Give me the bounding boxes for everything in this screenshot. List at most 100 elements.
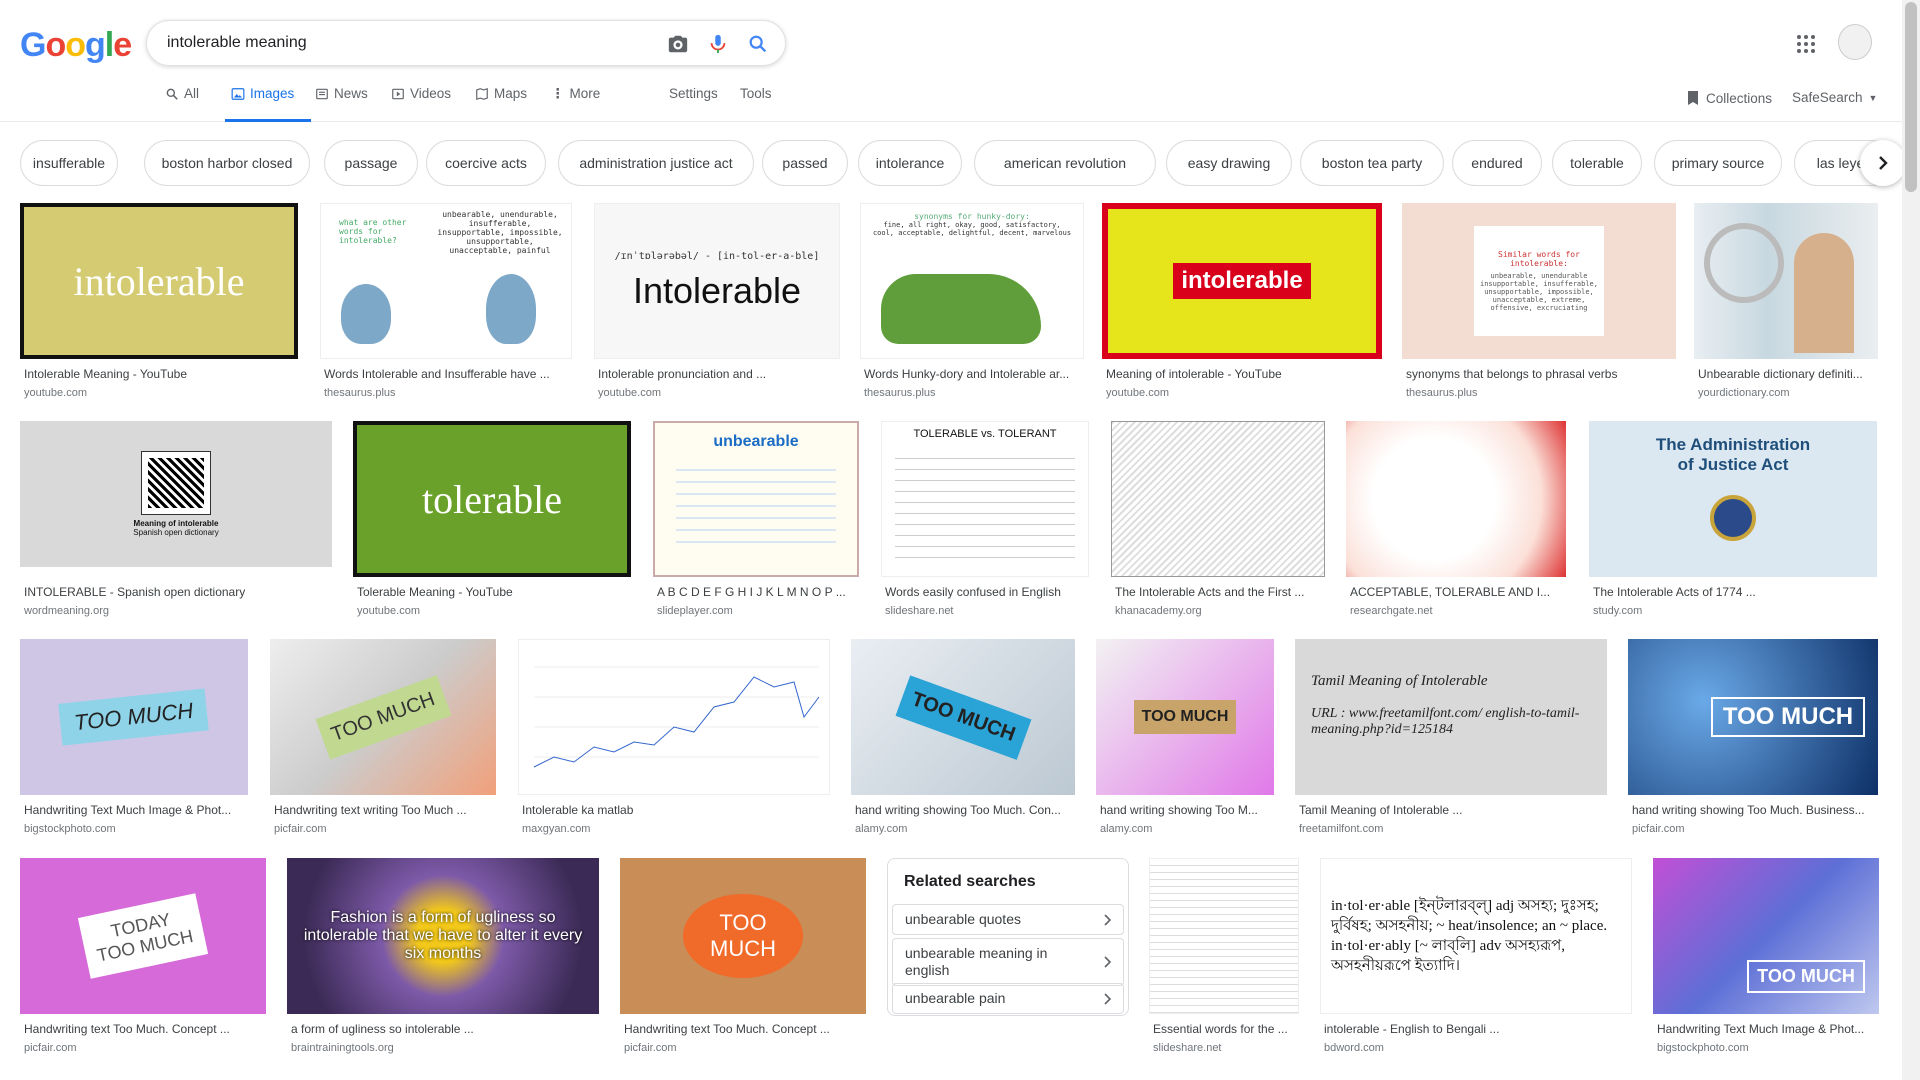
image-result[interactable]: Meaning of intolerable Spanish open dict… (20, 421, 334, 621)
chip[interactable]: insufferable (20, 140, 118, 186)
result-source[interactable]: study.com (1593, 605, 1642, 617)
tab-tools[interactable]: Tools (740, 86, 772, 122)
result-source[interactable]: youtube.com (357, 605, 420, 617)
result-thumbnail[interactable]: intolerable (1102, 203, 1382, 359)
result-source[interactable]: bigstockphoto.com (1657, 1042, 1749, 1054)
result-thumbnail[interactable]: The Administration of Justice Act (1589, 421, 1877, 577)
result-title[interactable]: Words Intolerable and Insufferable have … (324, 367, 574, 381)
result-title[interactable]: Handwriting text writing Too Much ... (274, 803, 498, 817)
result-source[interactable]: slideplayer.com (657, 605, 733, 617)
result-thumbnail[interactable]: TOO MUCH (1096, 639, 1274, 795)
result-title[interactable]: Meaning of intolerable - YouTube (1106, 367, 1384, 381)
image-result[interactable]: Fashion is a form of ugliness so intoler… (287, 858, 601, 1058)
result-thumbnail[interactable]: what are other words for intolerable? un… (320, 203, 572, 359)
result-title[interactable]: intolerable - English to Bengali ... (1324, 1022, 1634, 1036)
image-result[interactable]: unbearable A B C D E F G H I J K L M N O… (653, 421, 861, 621)
chip[interactable]: passed (762, 140, 848, 186)
tab-maps[interactable]: Maps (475, 86, 527, 122)
result-thumbnail[interactable]: TODAY TOO MUCH (20, 858, 266, 1014)
chip[interactable]: american revolution (974, 140, 1156, 186)
tab-all[interactable]: All (165, 86, 199, 122)
result-source[interactable]: youtube.com (1106, 387, 1169, 399)
result-source[interactable]: picfair.com (624, 1042, 677, 1054)
result-title[interactable]: Intolerable pronunciation and ... (598, 367, 842, 381)
result-thumbnail[interactable]: TOO MUCH (851, 639, 1075, 795)
chip[interactable]: primary source (1654, 140, 1782, 186)
chip[interactable]: passage (324, 140, 418, 186)
search-input[interactable] (167, 31, 647, 55)
chip[interactable]: easy drawing (1166, 140, 1292, 186)
image-result[interactable]: The Administration of Justice Act The In… (1589, 421, 1879, 621)
image-result[interactable]: synonyms for hunky-dory: fine, all right… (860, 203, 1086, 403)
result-title[interactable]: Handwriting Text Much Image & Phot... (1657, 1022, 1881, 1036)
result-source[interactable]: yourdictionary.com (1698, 387, 1790, 399)
result-title[interactable]: hand writing showing Too M... (1100, 803, 1276, 817)
result-source[interactable]: slideshare.net (1153, 1042, 1222, 1054)
result-title[interactable]: Tolerable Meaning - YouTube (357, 585, 633, 599)
image-result[interactable]: TOO MUCH hand writing showing Too Much. … (1628, 639, 1880, 839)
result-title[interactable]: Unbearable dictionary definiti... (1698, 367, 1880, 381)
result-thumbnail[interactable]: intolerable (20, 203, 298, 359)
result-thumbnail[interactable]: TOO MUCH (270, 639, 496, 795)
result-thumbnail[interactable]: TOO MUCH (1653, 858, 1879, 1014)
result-source[interactable]: khanacademy.org (1115, 605, 1202, 617)
result-source[interactable]: youtube.com (598, 387, 661, 399)
image-result[interactable]: Similar words for intolerable: unbearabl… (1402, 203, 1678, 403)
result-title[interactable]: INTOLERABLE - Spanish open dictionary (24, 585, 334, 599)
result-thumbnail[interactable]: Meaning of intolerable Spanish open dict… (20, 421, 332, 567)
result-source[interactable]: researchgate.net (1350, 605, 1433, 617)
result-thumbnail[interactable]: synonyms for hunky-dory: fine, all right… (860, 203, 1084, 359)
image-result[interactable]: TOO MUCH Handwriting text writing Too Mu… (270, 639, 498, 839)
result-thumbnail[interactable]: unbearable (653, 421, 859, 577)
chip[interactable]: endured (1452, 140, 1542, 186)
result-source[interactable]: bdword.com (1324, 1042, 1384, 1054)
related-search-item[interactable]: unbearable pain (892, 983, 1124, 1014)
result-source[interactable]: freetamilfont.com (1299, 823, 1383, 835)
tab-videos[interactable]: Videos (391, 86, 451, 122)
result-source[interactable]: maxgyan.com (522, 823, 590, 835)
image-result[interactable]: in·tol·er·able [ইন্‌টলারব্‌ল্‌] adj অসহ্… (1320, 858, 1634, 1058)
search-icon[interactable] (747, 33, 769, 55)
result-title[interactable]: Handwriting text Too Much. Concept ... (24, 1022, 268, 1036)
related-search-item[interactable]: unbearable quotes (892, 904, 1124, 935)
chip[interactable]: tolerable (1552, 140, 1642, 186)
result-source[interactable]: braintrainingtools.org (291, 1042, 394, 1054)
image-result[interactable]: Unbearable dictionary definiti... yourdi… (1694, 203, 1880, 403)
chip[interactable]: boston tea party (1300, 140, 1444, 186)
google-logo[interactable]: Google (20, 26, 132, 65)
image-result[interactable]: /ɪnˈtɒlərəbəl/ - [in-tol-er-a-ble] Intol… (594, 203, 842, 403)
result-thumbnail[interactable]: in·tol·er·able [ইন্‌টলারব্‌ল্‌] adj অসহ্… (1320, 858, 1632, 1014)
image-result[interactable]: TOO MUCH Handwriting Text Much Image & P… (1653, 858, 1881, 1058)
result-title[interactable]: Words easily confused in English (885, 585, 1091, 599)
page-scrollbar[interactable] (1902, 0, 1920, 1080)
chips-next-button[interactable] (1860, 140, 1906, 186)
image-result[interactable]: TOO MUCH hand writing showing Too Much. … (851, 639, 1077, 839)
related-search-item[interactable]: unbearable meaning in english (892, 938, 1124, 986)
chip[interactable]: coercive acts (426, 140, 546, 186)
result-thumbnail[interactable]: TOO MUCH (620, 858, 866, 1014)
safesearch-dropdown[interactable]: SafeSearch ▼ (1792, 90, 1877, 105)
chip[interactable]: boston harbor closed (144, 140, 310, 186)
image-result[interactable]: Intolerable ka matlab maxgyan.com (518, 639, 832, 839)
result-title[interactable]: Handwriting Text Much Image & Phot... (24, 803, 250, 817)
search-box[interactable] (146, 20, 786, 66)
result-source[interactable]: wordmeaning.org (24, 605, 109, 617)
result-thumbnail[interactable]: Fashion is a form of ugliness so intoler… (287, 858, 599, 1014)
result-source[interactable]: alamy.com (855, 823, 907, 835)
result-thumbnail[interactable]: TOO MUCH (1628, 639, 1878, 795)
result-source[interactable]: picfair.com (1632, 823, 1685, 835)
result-title[interactable]: synonyms that belongs to phrasal verbs (1406, 367, 1678, 381)
tab-more[interactable]: ⋮ More (551, 86, 600, 122)
result-thumbnail[interactable]: TOO MUCH (20, 639, 248, 795)
result-source[interactable]: thesaurus.plus (1406, 387, 1478, 399)
result-title[interactable]: The Intolerable Acts of 1774 ... (1593, 585, 1879, 599)
result-source[interactable]: alamy.com (1100, 823, 1152, 835)
result-title[interactable]: Intolerable ka matlab (522, 803, 832, 817)
result-thumbnail[interactable]: TOLERABLE vs. TOLERANT (881, 421, 1089, 577)
result-title[interactable]: a form of ugliness so intolerable ... (291, 1022, 601, 1036)
result-thumbnail[interactable] (518, 639, 830, 795)
result-title[interactable]: Intolerable Meaning - YouTube (24, 367, 300, 381)
image-result[interactable]: intolerable Meaning of intolerable - You… (1102, 203, 1384, 403)
tab-images[interactable]: Images (225, 86, 311, 122)
result-thumbnail[interactable] (1111, 421, 1325, 577)
